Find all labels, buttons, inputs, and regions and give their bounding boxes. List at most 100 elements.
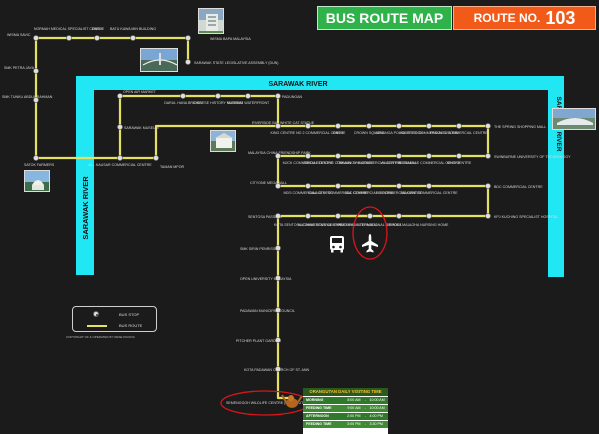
bus-stop-icon [396,153,402,159]
bus-stop-icon [367,213,373,219]
stop-label: MALAYSIA CHINA FRIENDSHIP PARK [248,151,311,155]
bus-stop-icon [33,68,39,74]
legend-route-label: BUS ROUTE [119,323,143,328]
bus-stop-icon [33,35,39,41]
stop-label: AL - KAUSAR COMMERCIAL CENTRE [88,163,152,167]
map-title-text: BUS ROUTE MAP [325,10,444,26]
stop-label: TAMAN MPOR [160,165,184,169]
row-start: 8:00 AM [347,398,361,402]
route-number-badge: ROUTE NO. 103 [453,6,596,30]
stop-label: KUCHING WATERFRONT [227,101,270,105]
route-segment-east [276,124,490,400]
row-label: FEEDING TIME [306,406,332,410]
bus-stop-icon [426,183,432,189]
bus-icon [330,236,344,253]
bus-stop-icon [185,35,191,41]
legend-stop-label: BUS STOP [119,312,140,317]
stop-label: SARAWAK MUSEUM [124,126,159,130]
bus-route-map: SARAWAK RIVER SARAWAK RIVER SARAWAK RIVE… [2,27,571,416]
bus-stop-icon [485,153,491,159]
bus-stop-icon [215,93,221,99]
river-label-top: SARAWAK RIVER [268,81,327,88]
route-line-swatch [87,325,107,327]
stop-label: PITCHER PLANT GARDEN [236,339,281,343]
stop-label: KING CENTRE [447,161,472,165]
bus-stop-icon [117,93,123,99]
bus-stop-icon [396,123,402,129]
legend-row-route: BUS ROUTE [73,321,156,331]
bus-stop-icon [130,35,136,41]
panel-row-feeding-am: FEEDING TIME 9:00 AM - 10:00 AM [303,405,388,412]
bus-stop-icon [485,213,491,219]
river-label-left: SARAWAK RIVER [81,176,90,240]
bus-stop-icon [305,213,311,219]
bus-stop-icon [485,123,491,129]
bus-stop-icon [245,93,251,99]
stop-label: SENTOSA PASSION [248,215,282,219]
stop-label: PADAWAN MUNICIPAL COUNCIL [240,309,295,313]
row-label: AFTERNOON [306,414,329,418]
row-end: 4:00 PM [369,414,383,418]
stop-label: SMK TUNKU ABDUL RAHMAN [2,95,53,99]
stop-label: LOHA NURSING HOME [410,223,450,227]
route-label: ROUTE NO. [473,11,541,25]
stop-label: OPEN AIR MARKET [123,90,157,94]
building-photo [198,8,224,34]
stop-label: BDC COMMERCIAL CENTRE [494,185,543,189]
bridge-photo [140,48,178,72]
bus-stop-icon [153,155,159,161]
bus-stop-icon [93,311,99,317]
bus-stop-icon [94,35,100,41]
stop-label: BATU KAWA MIN BUILDING [110,27,156,31]
bus-stop-icon [185,59,191,65]
museum-photo [210,130,236,152]
bus-stop-icon [366,183,372,189]
stop-label: SATOK FARMERS [24,163,55,167]
airplane-icon [362,234,378,253]
stop-label: PANOVEL COMMERCIAL CENTRE [430,131,488,135]
row-label: FEEDING TIME [306,422,332,426]
stop-label: DBKU [333,131,343,135]
row-start: 9:00 AM [347,406,361,410]
panel-row-morning: MORNING 8:00 AM - 10:00 AM [303,397,388,404]
bus-stop-icon [426,153,432,159]
stop-label: SAMARIE COMMERCIAL CENTRE [400,191,458,195]
bus-stop-icon [275,93,281,99]
row-end: 10:00 AM [369,406,385,410]
bus-stop-icon [335,213,341,219]
bus-stop-icon [117,124,123,130]
bus-stop-icon [426,123,432,129]
panel-row-feeding-pm: FEEDING TIME 3:00 PM - 3:30 PM [303,421,388,428]
bus-stop-icon [366,153,372,159]
bus-stop-icon [396,183,402,189]
row-end: 10:00 AM [369,398,385,402]
stop-label: SMK SIRIN PENRISSEN [240,247,281,251]
bus-stop-icon [117,155,123,161]
stop-label: SEMOLA MALL [386,223,411,227]
route-number: 103 [545,7,576,28]
stop-label: THE SPRING SHOPPING MALL [494,125,546,129]
map-legend: BUS STOP BUS ROUTE [72,306,157,332]
bus-stop-icon [456,153,462,159]
mosque-photo [24,170,50,192]
bus-stop-icon [366,123,372,129]
copyright-text: COPYRIGHT OF & OPERATED BY RESE PACIFIC [66,335,135,339]
stop-label: OPEN UNIVERSITY MALAYSIA [240,277,292,281]
bus-stop-icon [335,183,341,189]
bus-stop-icon [33,155,39,161]
bus-stop-icon [305,183,311,189]
row-start: 2:00 PM [347,414,361,418]
bus-stop-icon [396,213,402,219]
bus-stop-icon [335,123,341,129]
map-title: BUS ROUTE MAP [317,6,452,30]
stop-label: CITYONE MEGAMALL [250,181,287,185]
panel-row-afternoon: AFTERNOON 2:00 PM - 4:00 PM [303,413,388,420]
stop-label: WISMA BAPA MALAYSIA [210,37,251,41]
bus-stop-icon [426,213,432,219]
bus-stop-icon [180,93,186,99]
panel-title: ORANGUTAN DAILY VISITING TIME [303,388,388,396]
bus-stop-icon [335,153,341,159]
bus-stop-icon [485,183,491,189]
sarawak-river-left [76,76,94,275]
stop-label: SMK PETRA JAYA [4,66,35,70]
